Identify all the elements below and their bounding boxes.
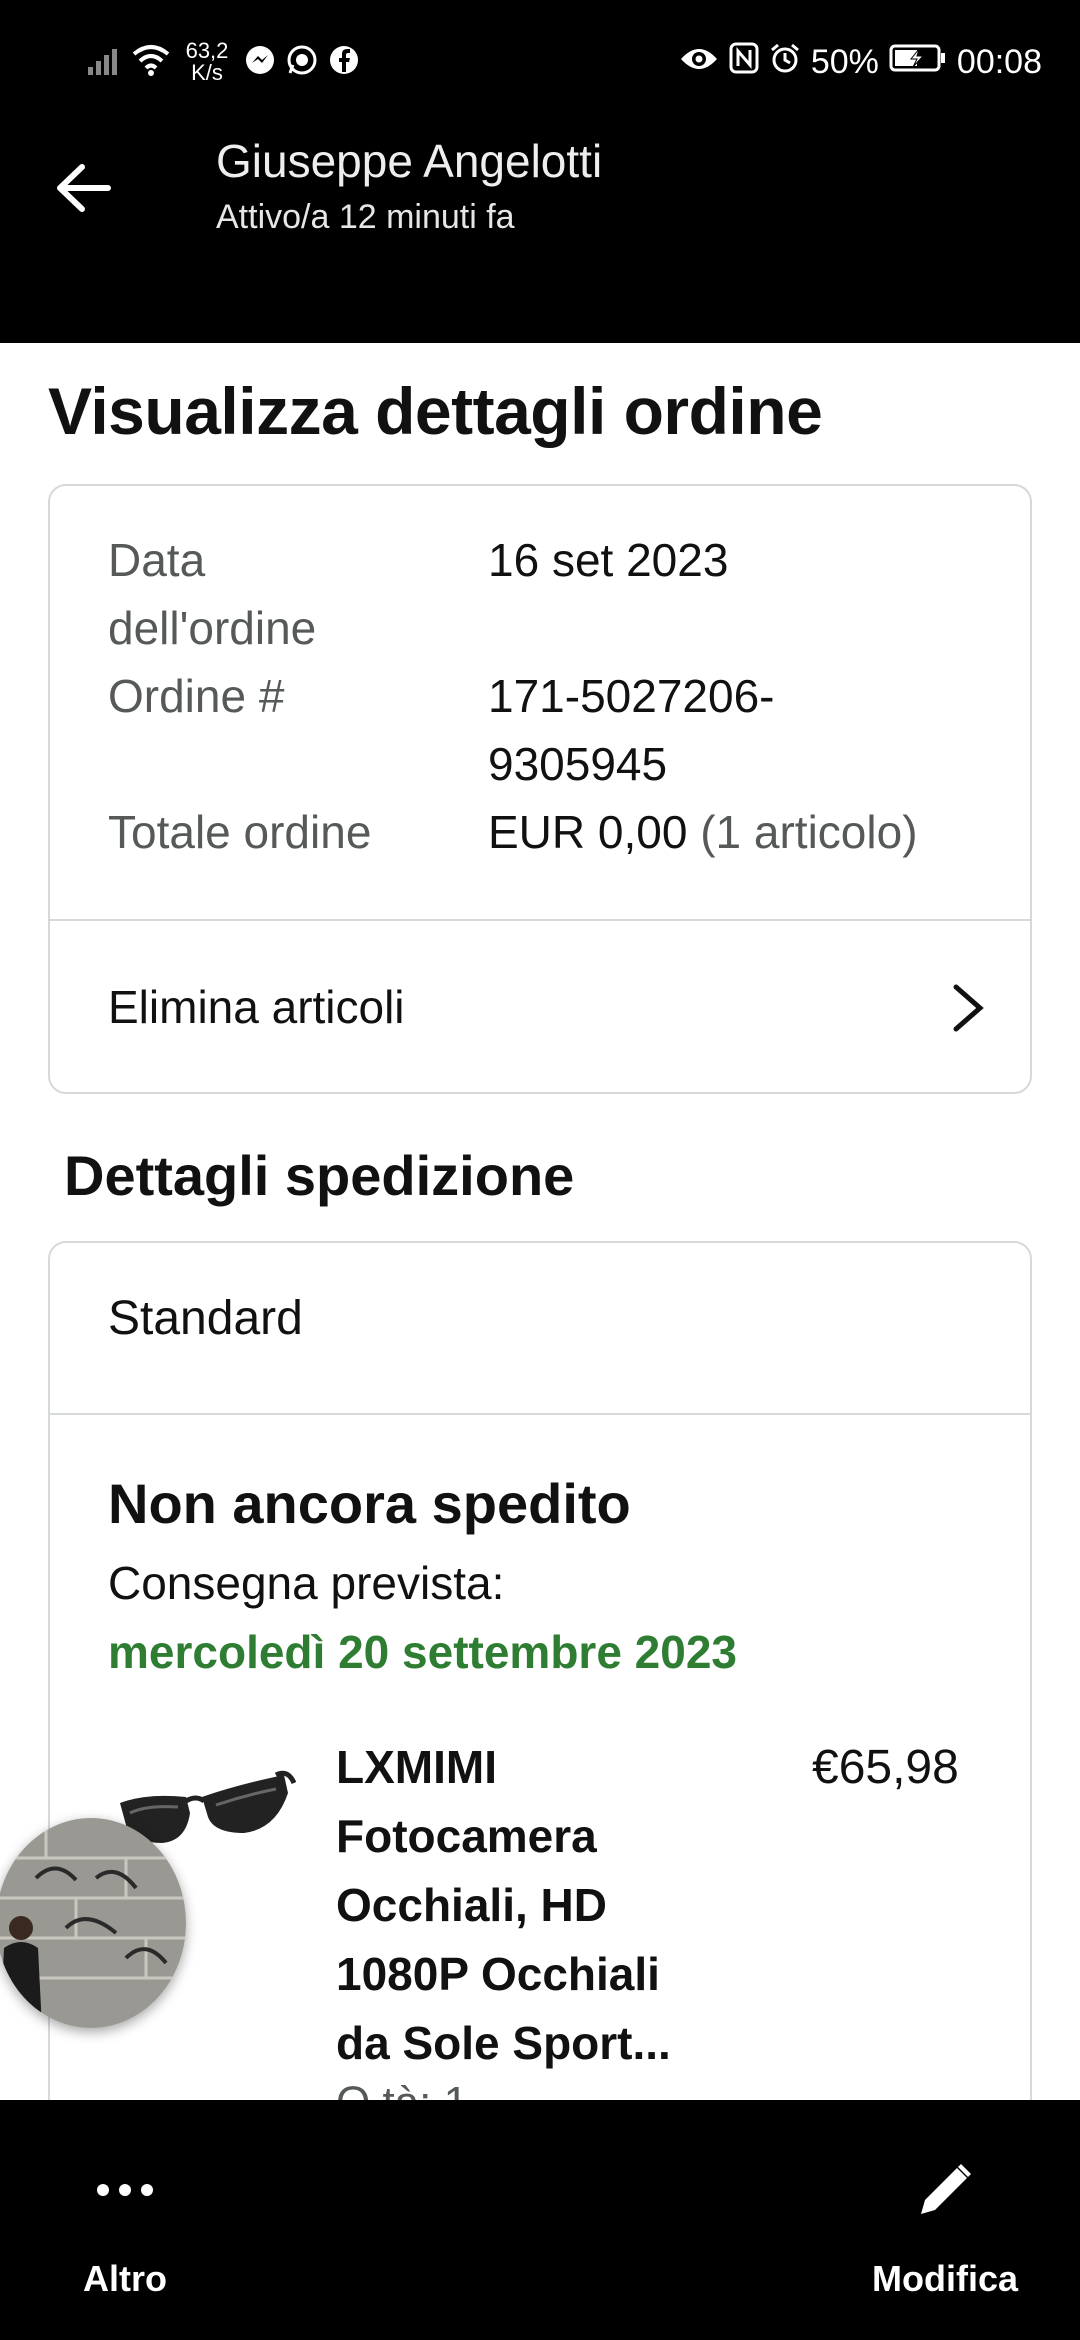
status-bar-left: 63,2 K/s <box>88 34 360 90</box>
product-quantity: Q.tà: 1 <box>336 2078 468 2100</box>
status-bar: 63,2 K/s 50% 00:08 <box>0 0 1080 118</box>
network-speed-unit: K/s <box>191 60 223 85</box>
product-title-line: da Sole Sport... <box>336 2017 671 2069</box>
delivery-eta-label: Consegna prevista: <box>108 1557 505 1609</box>
product-title-line: LXMIMI <box>336 1741 497 1793</box>
order-number-label: Ordine # <box>108 670 285 722</box>
order-total-value: EUR 0,00 (1 articolo) <box>488 798 988 866</box>
battery-icon <box>889 43 947 82</box>
order-details-content[interactable]: Visualizza dettagli ordine Data dell'ord… <box>0 343 1080 2100</box>
order-total-row: Totale ordine EUR 0,00 (1 articolo) <box>108 798 988 866</box>
avatar-photo <box>0 1818 186 2028</box>
chevron-right-icon <box>953 984 984 1032</box>
order-summary-card: Data dell'ordine 16 set 2023 Ordine # 17… <box>48 484 1032 1094</box>
remove-items-row[interactable]: Elimina articoli <box>50 921 1030 1093</box>
battery-percent: 50% <box>810 42 879 81</box>
more-label: Altro <box>83 2258 167 2299</box>
order-number-line2: 9305945 <box>488 738 668 790</box>
edit-label: Modifica <box>871 2258 1018 2299</box>
bottom-action-bar: Altro Modifica <box>0 2100 1080 2340</box>
whatsapp-icon <box>286 44 318 81</box>
product-title-line: Fotocamera <box>336 1810 597 1862</box>
product-title[interactable]: LXMIMI Fotocamera Occhiali, HD 1080P Occ… <box>336 1733 756 2078</box>
clock: 00:08 <box>956 42 1042 81</box>
order-date-label-line1: Data <box>108 534 206 586</box>
messenger-icon <box>244 44 276 81</box>
shipping-method: Standard <box>108 1292 303 1345</box>
order-number-line1: 171-5027206- <box>488 670 775 722</box>
nfc-icon <box>729 42 759 83</box>
order-number-value: 171-5027206- 9305945 <box>488 662 988 798</box>
delivery-eta-date: mercoledì 20 settembre 2023 <box>108 1626 738 1678</box>
contact-name[interactable]: Giuseppe Angelotti <box>216 134 602 188</box>
shipping-status: Non ancora spedito <box>108 1472 631 1535</box>
card-divider <box>50 1413 1030 1415</box>
more-dots-icon <box>95 2150 155 2230</box>
order-date-row: Data dell'ordine 16 set 2023 <box>108 526 988 662</box>
back-button[interactable] <box>52 156 116 220</box>
back-arrow-icon <box>57 164 111 212</box>
order-date-label-line2: dell'ordine <box>108 602 317 654</box>
remove-items-label: Elimina articoli <box>108 981 405 1033</box>
order-number-row: Ordine # 171-5027206- 9305945 <box>108 662 988 798</box>
chat-header: Giuseppe Angelotti Attivo/a 12 minuti fa <box>0 118 1080 343</box>
eye-icon <box>679 43 719 82</box>
product-price: €65,98 <box>812 1741 959 1794</box>
order-total-label: Totale ordine <box>108 806 372 858</box>
page-title: Visualizza dettagli ordine <box>48 374 823 448</box>
order-info: Data dell'ordine 16 set 2023 Ordine # 17… <box>108 526 988 866</box>
pencil-icon <box>915 2150 975 2230</box>
product-title-line: Occhiali, HD <box>336 1879 607 1931</box>
product-title-line: 1080P Occhiali <box>336 1948 660 2000</box>
signal-icon <box>88 45 122 80</box>
alarm-icon <box>769 42 801 83</box>
network-speed: 63,2 K/s <box>180 40 234 84</box>
wifi-icon <box>132 44 170 81</box>
status-bar-right: 50% 00:08 <box>679 34 1042 90</box>
more-button[interactable]: Altro <box>60 2100 190 2340</box>
contact-status: Attivo/a 12 minuti fa <box>216 198 515 236</box>
chat-head-avatar[interactable] <box>0 1818 186 2028</box>
edit-button[interactable]: Modifica <box>860 2100 1030 2340</box>
shipping-section-title: Dettagli spedizione <box>64 1144 575 1207</box>
order-date-label: Data dell'ordine <box>108 526 488 662</box>
order-date-value: 16 set 2023 <box>488 534 729 586</box>
shipping-card: Standard Non ancora spedito Consegna pre… <box>48 1241 1032 2100</box>
order-total-amount: EUR 0,00 <box>488 806 688 858</box>
facebook-icon <box>328 44 360 81</box>
order-total-items: (1 articolo) <box>700 806 918 858</box>
